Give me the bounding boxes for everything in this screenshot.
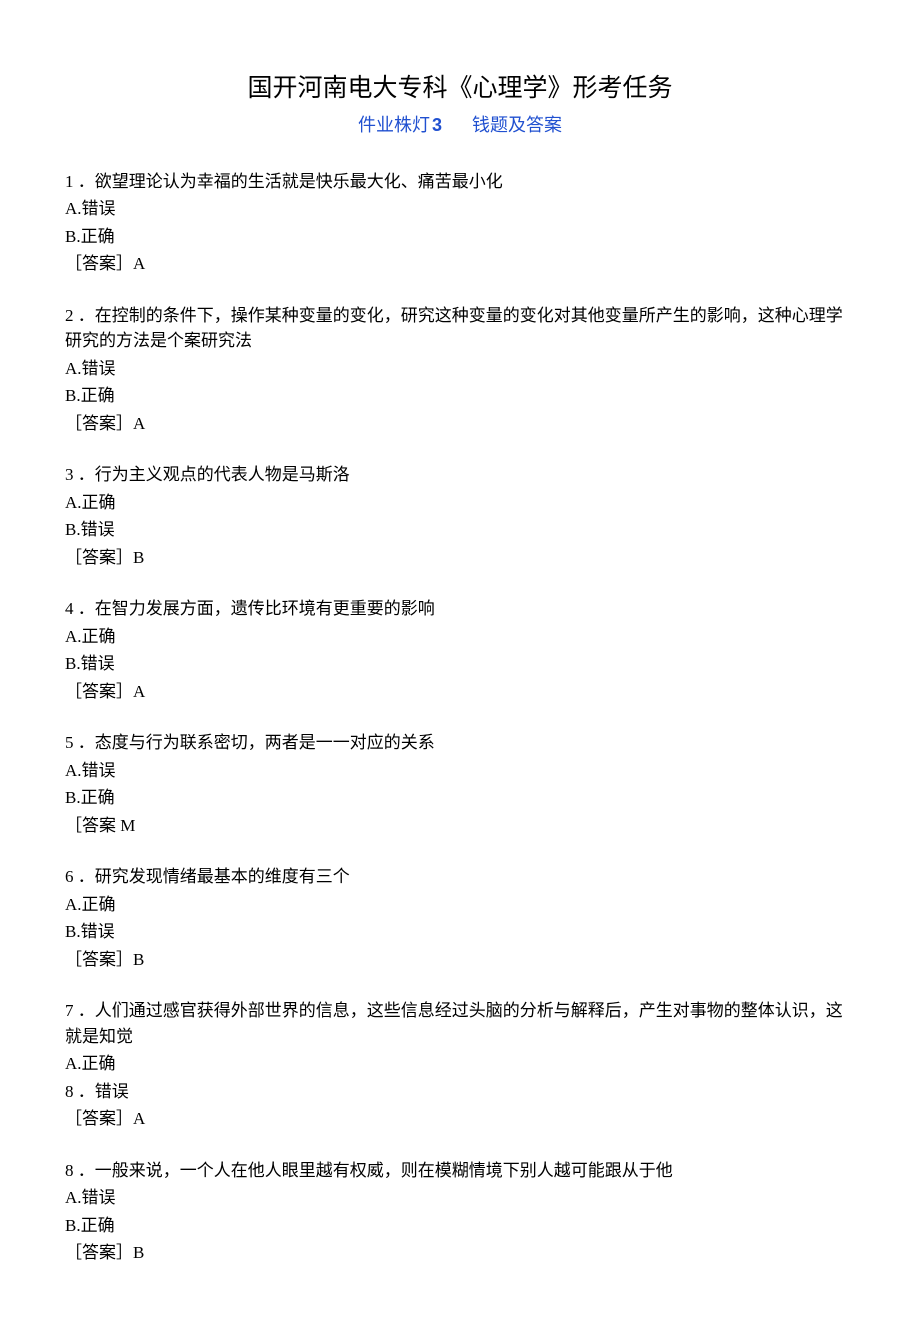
subtitle-number: 3 xyxy=(432,115,442,135)
option-a: A.正确 xyxy=(65,624,855,650)
option-a: A.正确 xyxy=(65,490,855,516)
question-text: 7 ．人们通过感官获得外部世界的信息，这些信息经过头脑的分析与解释后，产生对事物… xyxy=(65,998,855,1049)
answer-line: ［答案］A xyxy=(65,411,855,437)
question-number: 4 xyxy=(65,599,74,618)
question-text: 4 ．在智力发展方面，遗传比环境有更重要的影响 xyxy=(65,596,855,622)
subtitle-part1: 件业株灯 xyxy=(358,115,430,135)
option-a: A.错误 xyxy=(65,196,855,222)
option-a: A.正确 xyxy=(65,1051,855,1077)
question-text: 3 ．行为主义观点的代表人物是马斯洛 xyxy=(65,462,855,488)
option-b: B.错误 xyxy=(65,919,855,945)
option-a: A.正确 xyxy=(65,892,855,918)
question-text: 6 ．研究发现情绪最基本的维度有三个 xyxy=(65,864,855,890)
question-block: 4 ．在智力发展方面，遗传比环境有更重要的影响 A.正确 B.错误 ［答案］A xyxy=(65,596,855,704)
question-block: 2 ．在控制的条件下，操作某种变量的变化，研究这种变量的变化对其他变量所产生的影… xyxy=(65,303,855,437)
question-block: 1 ．欲望理论认为幸福的生活就是快乐最大化、痛苦最小化 A.错误 B.正确 ［答… xyxy=(65,169,855,277)
answer-line: ［答案］A xyxy=(65,251,855,277)
option-b: 8 ．错误 xyxy=(65,1079,855,1105)
document-title: 国开河南电大专科《心理学》形考任务 xyxy=(65,70,855,108)
option-b: B.正确 xyxy=(65,1213,855,1239)
answer-line: ［答案 M xyxy=(65,813,855,839)
question-stem: ．一般来说，一个人在他人眼里越有权威，则在模糊情境下别人越可能跟从于他 xyxy=(78,1161,673,1180)
question-number: 2 xyxy=(65,306,74,325)
question-number: 8 xyxy=(65,1161,74,1180)
question-block: 3 ．行为主义观点的代表人物是马斯洛 A.正确 B.错误 ［答案］B xyxy=(65,462,855,570)
question-number: 7 xyxy=(65,1001,74,1020)
option-b-text: ．错误 xyxy=(78,1082,129,1101)
option-b-prefix: 8 xyxy=(65,1082,74,1101)
answer-line: ［答案］A xyxy=(65,1106,855,1132)
question-block: 7 ．人们通过感官获得外部世界的信息，这些信息经过头脑的分析与解释后，产生对事物… xyxy=(65,998,855,1132)
question-text: 1 ．欲望理论认为幸福的生活就是快乐最大化、痛苦最小化 xyxy=(65,169,855,195)
option-b: B.错误 xyxy=(65,651,855,677)
question-stem: ．在控制的条件下，操作某种变量的变化，研究这种变量的变化对其他变量所产生的影响，… xyxy=(65,306,843,351)
subtitle-part2: 钱题及答案 xyxy=(472,115,562,135)
option-a: A.错误 xyxy=(65,1185,855,1211)
question-stem: ．行为主义观点的代表人物是马斯洛 xyxy=(78,465,350,484)
option-b: B.正确 xyxy=(65,785,855,811)
question-text: 5 ．态度与行为联系密切，两者是一一对应的关系 xyxy=(65,730,855,756)
question-block: 5 ．态度与行为联系密切，两者是一一对应的关系 A.错误 B.正确 ［答案 M xyxy=(65,730,855,838)
document-subtitle: 件业株灯3 钱题及答案 xyxy=(65,112,855,139)
question-stem: ．研究发现情绪最基本的维度有三个 xyxy=(78,867,350,886)
option-a: A.错误 xyxy=(65,758,855,784)
question-stem: ．人们通过感官获得外部世界的信息，这些信息经过头脑的分析与解释后，产生对事物的整… xyxy=(65,1001,843,1046)
answer-line: ［答案］B xyxy=(65,947,855,973)
answer-line: ［答案］A xyxy=(65,679,855,705)
option-b: B.正确 xyxy=(65,224,855,250)
question-number: 3 xyxy=(65,465,74,484)
question-number: 6 xyxy=(65,867,74,886)
option-b: B.错误 xyxy=(65,517,855,543)
question-stem: ．欲望理论认为幸福的生活就是快乐最大化、痛苦最小化 xyxy=(78,172,503,191)
question-number: 5 xyxy=(65,733,74,752)
answer-line: ［答案］B xyxy=(65,545,855,571)
question-block: 6 ．研究发现情绪最基本的维度有三个 A.正确 B.错误 ［答案］B xyxy=(65,864,855,972)
question-stem: ．态度与行为联系密切，两者是一一对应的关系 xyxy=(78,733,435,752)
question-text: 2 ．在控制的条件下，操作某种变量的变化，研究这种变量的变化对其他变量所产生的影… xyxy=(65,303,855,354)
answer-line: ［答案］B xyxy=(65,1240,855,1266)
question-stem: ．在智力发展方面，遗传比环境有更重要的影响 xyxy=(78,599,435,618)
question-text: 8 ．一般来说，一个人在他人眼里越有权威，则在模糊情境下别人越可能跟从于他 xyxy=(65,1158,855,1184)
option-b: B.正确 xyxy=(65,383,855,409)
question-block: 8 ．一般来说，一个人在他人眼里越有权威，则在模糊情境下别人越可能跟从于他 A.… xyxy=(65,1158,855,1266)
option-a: A.错误 xyxy=(65,356,855,382)
question-number: 1 xyxy=(65,172,74,191)
